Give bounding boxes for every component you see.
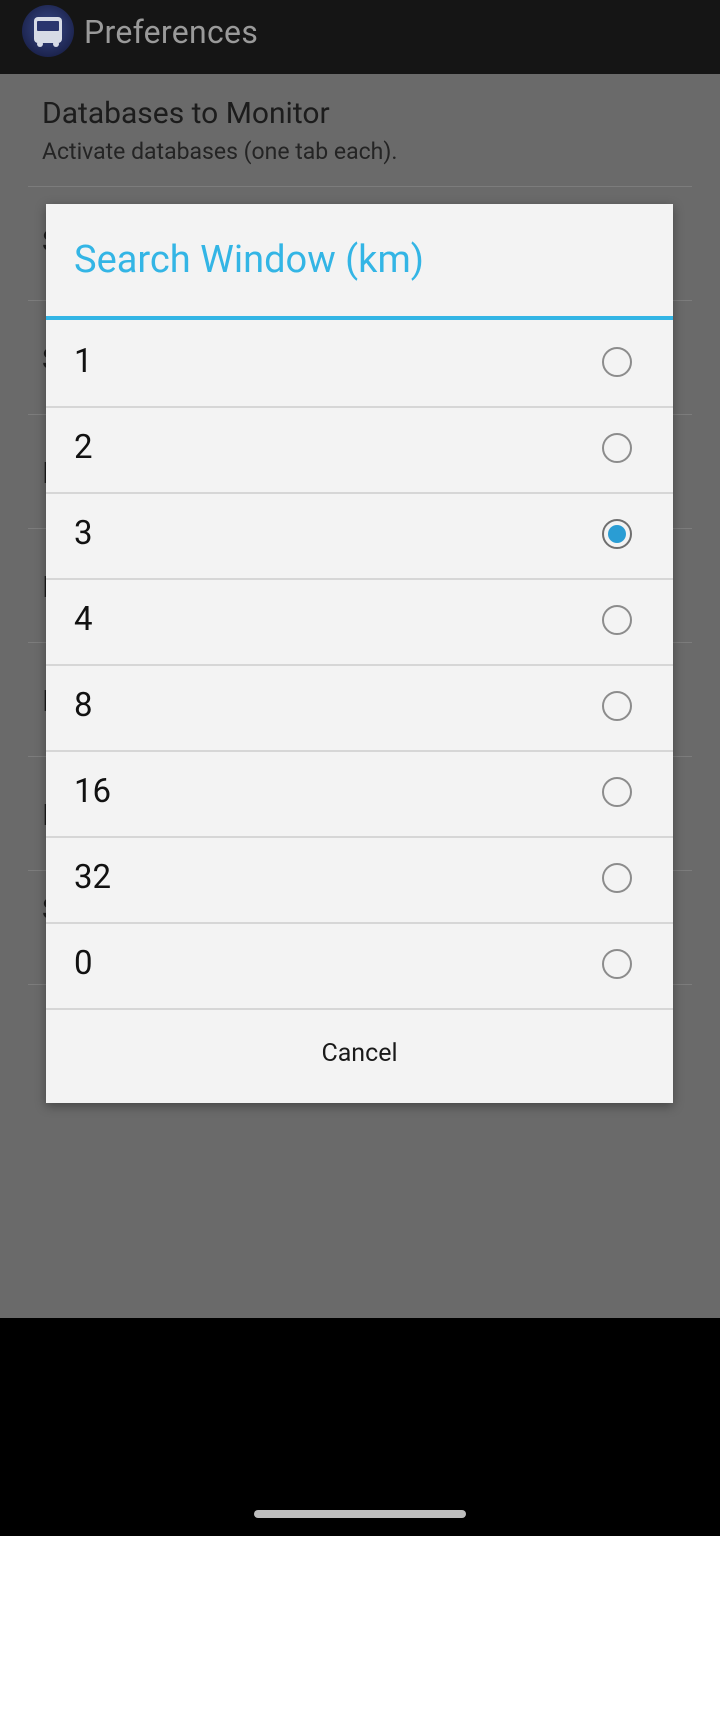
dialog-title: Search Window (km): [74, 238, 424, 282]
home-gesture-handle[interactable]: [254, 1510, 466, 1518]
option-label: 2: [74, 428, 93, 467]
app-title: Preferences: [84, 13, 259, 51]
radio-button[interactable]: [602, 863, 632, 893]
radio-button[interactable]: [602, 605, 632, 635]
radio-button[interactable]: [602, 347, 632, 377]
option-1[interactable]: 1: [46, 320, 673, 408]
action-bar: Preferences: [0, 0, 720, 74]
option-label: 8: [74, 686, 93, 725]
radio-button[interactable]: [602, 691, 632, 721]
option-4[interactable]: 4: [46, 578, 673, 666]
option-label: 32: [74, 858, 112, 897]
option-label: 3: [74, 514, 93, 553]
radio-button-selected[interactable]: [602, 519, 632, 549]
option-label: 0: [74, 944, 93, 983]
cancel-button[interactable]: Cancel: [46, 1008, 673, 1103]
option-3[interactable]: 3: [46, 492, 673, 580]
navigation-bar: [0, 1318, 720, 1536]
pref-summary: Activate databases (one tab each).: [42, 138, 398, 165]
radio-button[interactable]: [602, 433, 632, 463]
option-0[interactable]: 0: [46, 922, 673, 1010]
radio-button[interactable]: [602, 777, 632, 807]
search-window-dialog: Search Window (km) 1 2 3 4 8 16 32 0 Can…: [46, 204, 673, 1103]
option-32[interactable]: 32: [46, 836, 673, 924]
option-2[interactable]: 2: [46, 406, 673, 494]
pref-title: Databases to Monitor: [42, 96, 330, 131]
screen: Preferences Databases to Monitor Activat…: [0, 0, 720, 1318]
option-label: 1: [74, 342, 93, 381]
radio-button[interactable]: [602, 949, 632, 979]
option-label: 4: [74, 600, 93, 639]
cancel-button-label: Cancel: [321, 1039, 398, 1068]
option-16[interactable]: 16: [46, 750, 673, 838]
bus-icon[interactable]: [22, 5, 74, 57]
option-label: 16: [74, 772, 112, 811]
bus-icon-graphic: [34, 17, 62, 47]
option-8[interactable]: 8: [46, 664, 673, 752]
pref-databases-to-monitor[interactable]: Databases to Monitor Activate databases …: [28, 74, 692, 187]
